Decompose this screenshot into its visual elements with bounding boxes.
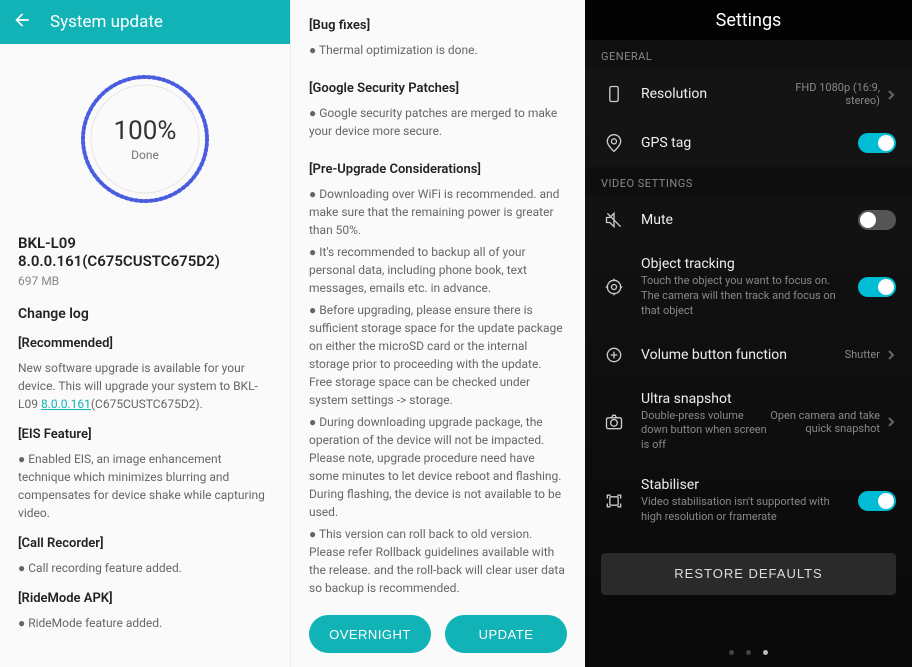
volume-button-icon — [601, 345, 627, 365]
dot-3 — [763, 650, 768, 655]
setting-sublabel: Touch the object you want to focus on. T… — [641, 274, 841, 319]
changelog-panel: [Bug fixes] ● Thermal optimization is do… — [290, 0, 585, 667]
gps-toggle[interactable] — [858, 133, 896, 153]
eis-heading: [EIS Feature] — [18, 427, 272, 442]
setting-value: Shutter — [845, 348, 880, 361]
setting-object-tracking[interactable]: Object tracking Touch the object you wan… — [585, 244, 912, 331]
header-title: System update — [50, 12, 163, 32]
chevron-right-icon — [886, 85, 896, 104]
settings-header: Settings — [585, 0, 912, 40]
target-icon — [601, 277, 627, 297]
size-text: 697 MB — [18, 274, 272, 288]
group-video: VIDEO SETTINGS — [585, 167, 912, 196]
preupgrade-bullet-4: ● During downloading upgrade package, th… — [309, 413, 567, 521]
setting-label: Stabiliser — [641, 477, 858, 493]
version-text: BKL-L09 8.0.0.161(C675CUSTC675D2) — [18, 234, 272, 270]
dot-2 — [746, 650, 751, 655]
back-icon[interactable] — [12, 10, 32, 34]
action-buttons: OVERNIGHT UPDATE — [291, 607, 585, 667]
setting-gps-tag[interactable]: GPS tag — [585, 119, 912, 167]
chevron-right-icon — [886, 345, 896, 364]
call-recorder-bullet: ● Call recording feature added. — [18, 559, 272, 577]
update-button[interactable]: UPDATE — [445, 615, 567, 653]
bugfixes-bullet: ● Thermal optimization is done. — [309, 41, 567, 59]
setting-volume-button[interactable]: Volume button function Shutter — [585, 331, 912, 379]
stabiliser-toggle[interactable] — [858, 491, 896, 511]
setting-value: FHD 1080p (16:9, stereo) — [770, 81, 880, 107]
setting-label: GPS tag — [641, 135, 858, 151]
setting-value: Open camera and take quick snapshot — [770, 409, 880, 435]
recommended-body: New software upgrade is available for yo… — [18, 359, 272, 413]
settings-title: Settings — [716, 10, 782, 31]
ridemode-bullet: ● RideMode feature added. — [18, 614, 272, 632]
preupgrade-bullet-3: ● Before upgrading, please ensure there … — [309, 301, 567, 409]
eis-bullet: ● Enabled EIS, an image enhancement tech… — [18, 450, 272, 522]
restore-defaults-button[interactable]: RESTORE DEFAULTS — [601, 553, 896, 595]
changelog-heading: Change log — [18, 306, 272, 322]
group-general: GENERAL — [585, 40, 912, 69]
setting-label: Resolution — [641, 86, 770, 102]
setting-sublabel: Double-press volume down button when scr… — [641, 409, 770, 454]
dot-1 — [729, 650, 734, 655]
setting-ultra-snapshot[interactable]: Ultra snapshot Double-press volume down … — [585, 379, 912, 466]
camera-icon — [601, 412, 627, 432]
overnight-button[interactable]: OVERNIGHT — [309, 615, 431, 653]
chevron-right-icon — [886, 412, 896, 431]
setting-label: Object tracking — [641, 256, 858, 272]
call-recorder-heading: [Call Recorder] — [18, 536, 272, 551]
preupgrade-bullet-1: ● Downloading over WiFi is recommended. … — [309, 185, 567, 239]
preupgrade-bullet-5: ● This version can roll back to old vers… — [309, 525, 567, 597]
setting-sublabel: Video stabilisation isn't supported with… — [641, 495, 841, 525]
version-link[interactable]: 8.0.0.161 — [41, 397, 91, 411]
setting-resolution[interactable]: Resolution FHD 1080p (16:9, stereo) — [585, 69, 912, 119]
stabiliser-icon — [601, 491, 627, 511]
phone-icon — [601, 84, 627, 104]
setting-label: Volume button function — [641, 347, 845, 363]
progress-ring: 100% Done — [18, 64, 272, 214]
setting-label: Mute — [641, 212, 858, 228]
camera-settings-panel: Settings GENERAL Resolution FHD 1080p (1… — [585, 0, 912, 667]
page-indicator — [585, 638, 912, 667]
changelog-body[interactable]: [Bug fixes] ● Thermal optimization is do… — [291, 0, 585, 607]
system-update-header: System update — [0, 0, 290, 44]
location-icon — [601, 133, 627, 153]
mute-toggle[interactable] — [858, 210, 896, 230]
setting-label: Ultra snapshot — [641, 391, 770, 407]
security-patches-bullet: ● Google security patches are merged to … — [309, 104, 567, 140]
setting-stabiliser[interactable]: Stabiliser Video stabilisation isn't sup… — [585, 465, 912, 537]
security-patches-heading: [Google Security Patches] — [309, 81, 567, 96]
settings-list[interactable]: GENERAL Resolution FHD 1080p (16:9, ster… — [585, 40, 912, 638]
bugfixes-heading: [Bug fixes] — [309, 18, 567, 33]
recommended-heading: [Recommended] — [18, 336, 272, 351]
tracking-toggle[interactable] — [858, 277, 896, 297]
system-update-panel: System update 100% Done BKL-L09 8.0.0.16… — [0, 0, 290, 667]
mute-icon — [601, 210, 627, 230]
system-update-body[interactable]: 100% Done BKL-L09 8.0.0.161(C675CUSTC675… — [0, 44, 290, 667]
preupgrade-bullet-2: ● It's recommended to backup all of your… — [309, 243, 567, 297]
setting-mute[interactable]: Mute — [585, 196, 912, 244]
ridemode-heading: [RideMode APK] — [18, 591, 272, 606]
preupgrade-heading: [Pre-Upgrade Considerations] — [309, 162, 567, 177]
